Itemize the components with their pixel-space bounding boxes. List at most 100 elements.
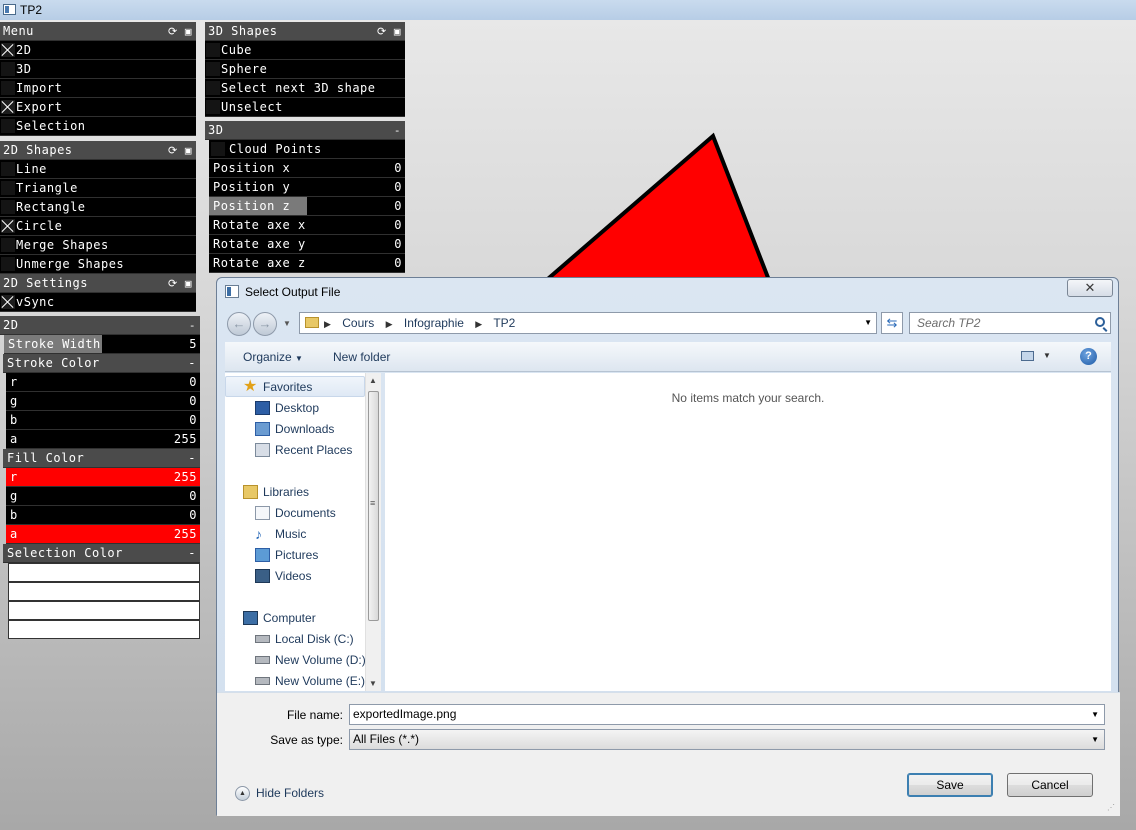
settings-2d-header[interactable]: 2D Settings ⟳ ▣ [0,274,196,293]
checkbox[interactable] [1,43,15,57]
save-button[interactable]: Save [907,773,993,797]
collapse-icon[interactable]: - [188,449,196,468]
checkbox[interactable] [1,238,15,252]
search-icon[interactable] [1095,317,1105,327]
vsync-toggle[interactable]: vSync [0,293,196,312]
shape-toggle-sphere[interactable]: Sphere [205,60,405,79]
properties-2d-header[interactable]: 2D - [0,316,200,335]
forward-button[interactable]: → [253,312,277,336]
scrollbar-thumb[interactable] [368,391,379,621]
shape-toggle-circle[interactable]: Circle [0,217,196,236]
refresh-icon[interactable]: ⟳ [168,277,178,290]
menu-toggle-export[interactable]: Export [0,98,196,117]
navigation-scrollbar[interactable]: ▲ ▼ [365,373,381,691]
checkbox[interactable] [211,142,225,156]
refresh-icon[interactable]: ⟳ [377,25,387,38]
stroke-r-slider[interactable]: r0 [6,373,200,392]
fill-g-slider[interactable]: g0 [6,487,200,506]
address-bar[interactable]: ▶ Cours ▶ Infographie ▶ TP2 ▼ [299,312,877,334]
address-dropdown-icon[interactable]: ▼ [864,313,872,333]
change-view-button[interactable]: ▼ [1021,349,1051,365]
checkbox[interactable] [1,162,15,176]
menu-panel-header[interactable]: Menu ⟳ ▣ [0,22,196,41]
recent-locations-dropdown[interactable]: ▼ [283,319,291,328]
floppy-icon[interactable]: ▣ [394,25,401,38]
checkbox[interactable] [1,81,15,95]
checkbox[interactable] [206,100,220,114]
rotate-y-slider[interactable]: Rotate axe y 0 [209,235,405,254]
shape-toggle-unmerge[interactable]: Unmerge Shapes [0,255,196,274]
stroke-b-slider[interactable]: b0 [6,411,200,430]
menu-toggle-3d[interactable]: 3D [0,60,196,79]
panel-controls[interactable]: ⟳ ▣ [377,22,401,41]
organize-button[interactable]: Organize ▼ [243,350,303,364]
shapes-3d-header[interactable]: 3D Shapes ⟳ ▣ [205,22,405,41]
cancel-button[interactable]: Cancel [1007,773,1093,797]
scroll-up-icon[interactable]: ▲ [369,376,377,385]
menu-toggle-selection[interactable]: Selection [0,117,196,136]
checkbox[interactable] [1,257,15,271]
floppy-icon[interactable]: ▣ [185,25,192,38]
select-next-3d-shape[interactable]: Select next 3D shape [205,79,405,98]
checkbox[interactable] [1,100,15,114]
selection-g-slider[interactable] [8,582,200,601]
resize-grip-icon[interactable]: ⋰ [1107,803,1117,813]
collapse-icon[interactable]: - [394,121,401,140]
selection-a-slider[interactable] [8,620,200,639]
position-y-slider[interactable]: Position y 0 [209,178,405,197]
shapes-2d-header[interactable]: 2D Shapes ⟳ ▣ [0,141,196,160]
stroke-width-slider[interactable]: Stroke Width 5 [4,335,200,354]
shape-toggle-rectangle[interactable]: Rectangle [0,198,196,217]
cloud-points-toggle[interactable]: Cloud Points [209,140,405,159]
panel-controls[interactable]: ⟳ ▣ [168,22,192,41]
menu-toggle-import[interactable]: Import [0,79,196,98]
properties-3d-header[interactable]: 3D - [205,121,405,140]
close-button[interactable]: ✕ [1067,279,1113,297]
unselect-toggle[interactable]: Unselect [205,98,405,117]
selection-b-slider[interactable] [8,601,200,620]
collapse-icon[interactable]: - [189,316,196,335]
back-button[interactable]: ← [227,312,251,336]
chevron-down-icon[interactable]: ▼ [1091,730,1099,749]
refresh-icon[interactable]: ⟳ [168,25,178,38]
save-as-type-select[interactable]: All Files (*.*) ▼ [349,729,1105,750]
rotate-x-slider[interactable]: Rotate axe x 0 [209,216,405,235]
floppy-icon[interactable]: ▣ [185,277,192,290]
fill-r-slider[interactable]: r 255 [6,468,200,487]
checkbox[interactable] [1,181,15,195]
shape-toggle-merge[interactable]: Merge Shapes [0,236,196,255]
chevron-down-icon[interactable]: ▼ [1091,705,1099,724]
breadcrumb-item[interactable]: TP2 [493,316,515,330]
checkbox[interactable] [206,43,220,57]
shape-toggle-line[interactable]: Line [0,160,196,179]
help-button[interactable]: ? [1080,348,1097,365]
shape-toggle-cube[interactable]: Cube [205,41,405,60]
breadcrumb-item[interactable]: Infographie [404,316,464,330]
shape-toggle-triangle[interactable]: Triangle [0,179,196,198]
checkbox[interactable] [1,295,15,309]
menu-toggle-2d[interactable]: 2D [0,41,196,60]
fill-color-header[interactable]: Fill Color - [3,449,200,468]
file-list-area[interactable]: No items match your search. [385,373,1111,691]
floppy-icon[interactable]: ▣ [185,144,192,157]
collapse-icon[interactable]: - [188,354,196,373]
file-name-input[interactable]: exportedImage.png ▼ [349,704,1105,725]
selection-r-slider[interactable] [8,563,200,582]
refresh-icon[interactable]: ⟳ [168,144,178,157]
panel-controls[interactable]: ⟳ ▣ [168,141,192,160]
stroke-a-slider[interactable]: a 255 [6,430,200,449]
panel-controls[interactable]: ⟳ ▣ [168,274,192,293]
new-folder-button[interactable]: New folder [333,350,390,364]
checkbox[interactable] [206,81,220,95]
position-z-slider[interactable]: Position z 0 [209,197,405,216]
position-x-slider[interactable]: Position x 0 [209,159,405,178]
checkbox[interactable] [1,200,15,214]
rotate-z-slider[interactable]: Rotate axe z 0 [209,254,405,273]
checkbox[interactable] [206,62,220,76]
checkbox[interactable] [1,119,15,133]
scroll-down-icon[interactable]: ▼ [369,679,377,688]
breadcrumb-item[interactable]: Cours [342,316,374,330]
checkbox[interactable] [1,62,15,76]
search-input[interactable]: Search TP2 [909,312,1111,334]
fill-a-slider[interactable]: a 255 [6,525,200,544]
